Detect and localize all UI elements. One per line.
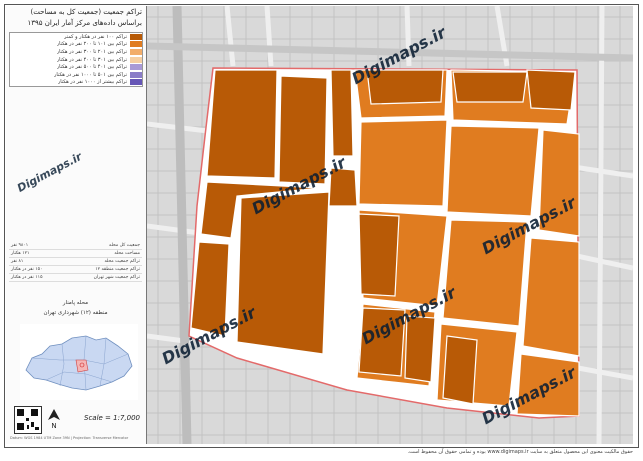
map-title: تراکم جمعیت (جمعیت کل به مساحت) [30, 8, 142, 16]
map-canvas[interactable]: Digimaps.ir Digimaps.ir Digimaps.ir Digi… [147, 6, 633, 444]
block-low [330, 69, 354, 157]
legend-swatch [130, 71, 142, 78]
stat-label: تراکم جمعیت شهر تهران [93, 275, 140, 280]
legend-item: تراکم بین ۲۰۱ تا ۳۰۰ نفر در هکتار [10, 48, 142, 56]
stat-row: مساحت محله ۱۲۱ هکتار [9, 250, 142, 258]
block-low [526, 69, 576, 111]
stat-label: جمعیت کل محله [109, 243, 140, 248]
legend-swatch [130, 41, 142, 48]
legend-item: تراکم بین ۱۰۱ تا ۲۰۰ نفر در هکتار [10, 41, 142, 49]
projection-note: Datum: WGS 1984 UTM Zone 39N | Projectio… [10, 436, 129, 440]
qr-code [14, 406, 42, 434]
block-low [206, 69, 278, 179]
stat-row: تراکم جمعیت محله ۸۱ نفر [9, 258, 142, 266]
block-low [452, 71, 528, 103]
legend-label: تراکم بین ۳۰۱ تا ۴۰۰ نفر در هکتار [56, 56, 127, 63]
legend-item: تراکم بین ۵۰۱ تا ۱۰۰۰ نفر در هکتار [10, 71, 142, 79]
legend-label: تراکم بین ۵۰۱ تا ۱۰۰۰ نفر در هکتار [54, 71, 127, 78]
legend-swatch [130, 64, 142, 71]
block-low [236, 191, 330, 355]
legend-label: تراکم ۱۰۰ نفر در هکتار و کمتر [64, 33, 127, 40]
legend-swatch [130, 48, 142, 55]
block-low [442, 335, 478, 405]
watermark: Digimaps.ir [15, 150, 85, 195]
legend-item: تراکم بین ۴۰۱ تا ۵۰۰ نفر در هکتار [10, 63, 142, 71]
legend-label: تراکم بین ۲۰۱ تا ۳۰۰ نفر در هکتار [56, 48, 127, 55]
block-mid [446, 125, 540, 217]
region-title: محله پامنار [62, 300, 89, 306]
legend-item: تراکم بین ۳۰۱ تا ۴۰۰ نفر در هکتار [10, 56, 142, 64]
legend-item: تراکم بیشتر از ۱۰۰۰ نفر در هکتار [10, 79, 142, 87]
map-subtitle: براساس داده‌های مرکز آمار ایران ۱۳۹۵ [27, 19, 142, 27]
stat-row: تراکم جمعیت منطقه ۱۲ ۱۵۰ نفر در هکتار [9, 266, 142, 274]
legend: تراکم ۱۰۰ نفر در هکتار و کمتر تراکم بین ۱… [9, 32, 143, 88]
block-mid [358, 119, 448, 207]
legend-swatch [130, 79, 142, 86]
stats-table: جمعیت کل محله ۹۸۰۱ نفر مساحت محله ۱۲۱ هکتار… [9, 242, 142, 282]
region-subtitle: منطقه (۱۲) شهرداری تهران [43, 310, 108, 316]
stat-label: تراکم جمعیت منطقه ۱۲ [95, 267, 140, 272]
legend-label: تراکم بین ۱۰۱ تا ۲۰۰ نفر در هکتار [56, 41, 127, 48]
stat-value: ۱۵۰ نفر در هکتار [11, 267, 43, 272]
locator-map [20, 324, 138, 400]
stat-value: ۹۸۰۱ نفر [11, 243, 29, 248]
stat-row: تراکم جمعیت شهر تهران ۱۱۵ نفر در هکتار [9, 274, 142, 282]
legend-swatch [130, 33, 142, 40]
svg-text:N: N [51, 422, 56, 430]
north-arrow-icon: N [48, 409, 60, 430]
stat-label: مساحت محله [114, 251, 140, 256]
stat-value: ۸۱ نفر [11, 259, 24, 264]
legend-panel: تراکم جمعیت (جمعیت کل به مساحت) براساس د… [6, 6, 147, 444]
block-low [404, 315, 436, 383]
stat-row: جمعیت کل محله ۹۸۰۱ نفر [9, 242, 142, 250]
legend-label: تراکم بین ۴۰۱ تا ۵۰۰ نفر در هکتار [56, 64, 127, 71]
legend-swatch [130, 56, 142, 63]
stat-value: ۱۲۱ هکتار [11, 251, 30, 256]
block-mid [522, 237, 580, 357]
copyright-footer: حقوق مالکیت معنوی این محصول متعلق به سای… [407, 449, 633, 455]
stat-label: تراکم جمعیت محله [104, 259, 140, 264]
legend-label: تراکم بیشتر از ۱۰۰۰ نفر در هکتار [57, 79, 127, 86]
legend-item: تراکم ۱۰۰ نفر در هکتار و کمتر [10, 33, 142, 41]
block-low [358, 213, 400, 297]
stat-value: ۱۱۵ نفر در هکتار [11, 275, 43, 280]
scale-label: Scale = 1:7,000 [84, 414, 140, 422]
